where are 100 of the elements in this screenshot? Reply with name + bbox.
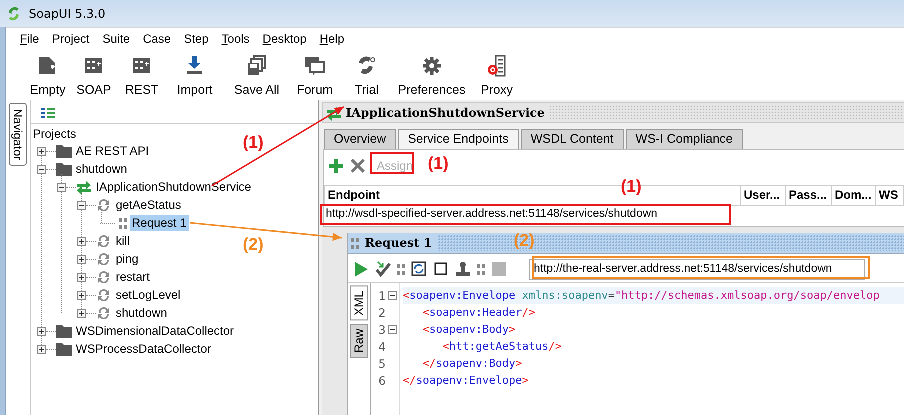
refresh-icon: [96, 197, 112, 213]
code-line: </soapenv:Envelope>: [403, 373, 530, 389]
tree-item[interactable]: IApplicationShutdownService: [94, 179, 254, 195]
expand-icon[interactable]: [37, 326, 46, 336]
arrows-icon: [76, 179, 92, 195]
navigator-tab[interactable]: Navigator: [9, 103, 27, 166]
menu-item[interactable]: Desktop: [256, 32, 314, 46]
logo-icon: [356, 55, 378, 77]
refresh-icon: [96, 233, 112, 249]
play-icon[interactable]: [353, 261, 369, 277]
refresh-icon: [96, 251, 112, 267]
annotation-label: (1): [428, 154, 449, 174]
annotation-label: (2): [514, 231, 535, 251]
menu-item[interactable]: File: [14, 32, 46, 46]
column-header[interactable]: Pass...: [786, 185, 832, 206]
collapse-icon[interactable]: [388, 325, 397, 334]
toolbar-button[interactable]: Empty: [27, 50, 69, 97]
expand-icon[interactable]: [77, 254, 86, 264]
request-icon: [119, 218, 127, 228]
expand-icon[interactable]: [37, 146, 46, 156]
save-icon: [246, 55, 268, 77]
tab[interactable]: Raw: [350, 324, 368, 358]
refresh-icon: [96, 269, 112, 285]
toolbar-button[interactable]: Preferences: [393, 50, 471, 97]
request-icon[interactable]: [397, 264, 405, 274]
expand-icon[interactable]: [77, 308, 86, 318]
code-line: <soapenv:Body>: [422, 322, 517, 338]
code-line: <htt:getAeStatus/>: [442, 339, 563, 355]
collapse-icon[interactable]: [77, 200, 86, 210]
request-icon: [351, 238, 359, 248]
refresh-icon[interactable]: [411, 261, 427, 277]
refresh-icon: [96, 287, 112, 303]
tree-item[interactable]: Request 1: [130, 215, 189, 231]
toolbar-button[interactable]: Proxy: [475, 50, 519, 97]
tab[interactable]: WS-I Compliance: [626, 129, 744, 149]
tree-item[interactable]: restart: [114, 269, 152, 285]
tree-root-label: Projects: [32, 126, 78, 142]
square-icon[interactable]: [433, 261, 449, 277]
menu-item[interactable]: Tools: [216, 32, 257, 46]
tree-item[interactable]: getAeStatus: [114, 197, 184, 213]
folder-icon: [56, 161, 72, 177]
expand-icon[interactable]: [37, 344, 46, 354]
tree-item[interactable]: WSDimensionalDataCollector: [74, 323, 236, 339]
toolbar-button[interactable]: Trial: [346, 50, 388, 97]
tree-item[interactable]: setLogLevel: [114, 287, 183, 303]
add-icon[interactable]: [329, 158, 343, 172]
menu-item[interactable]: Case: [137, 32, 178, 46]
line-number: 5: [378, 356, 386, 370]
settings-icon: [421, 55, 443, 77]
delete-icon[interactable]: [351, 158, 365, 172]
url-field[interactable]: http://the-real-server.address.net:51148/services/shutdown: [529, 258, 865, 280]
expand-icon[interactable]: [77, 236, 86, 246]
tree-item[interactable]: WSProcessDataCollector: [74, 341, 214, 357]
line-number: 2: [378, 306, 386, 320]
app-logo-icon: [6, 6, 22, 22]
annotation-label: (2): [243, 235, 264, 255]
panel-title: IApplicationShutdownService: [346, 106, 545, 120]
column-header[interactable]: Dom...: [832, 185, 876, 206]
tree-item[interactable]: shutdown: [74, 161, 130, 177]
menu-item[interactable]: Project: [46, 32, 97, 46]
stamp-icon[interactable]: [455, 261, 471, 277]
collapse-icon[interactable]: [37, 164, 46, 174]
line-number: 4: [378, 340, 386, 354]
menu-item[interactable]: Step: [178, 32, 216, 46]
expand-icon[interactable]: [77, 272, 86, 282]
tab[interactable]: Overview: [324, 129, 396, 149]
column-header[interactable]: User...: [741, 185, 786, 206]
window-title: SoapUI 5.3.0: [29, 6, 106, 20]
toolbar-button[interactable]: Save All: [228, 50, 286, 97]
tree-item[interactable]: shutdown: [114, 305, 170, 321]
toolbar-button[interactable]: Forum: [290, 50, 340, 97]
line-number: 3: [378, 322, 386, 336]
tab[interactable]: XML: [350, 286, 368, 321]
tree-item[interactable]: kill: [114, 233, 132, 249]
line-number: 1: [378, 288, 386, 302]
refresh-icon: [96, 305, 112, 321]
code-line: </soapenv:Body>: [422, 356, 524, 372]
folder-icon: [56, 341, 72, 357]
collapse-icon[interactable]: [57, 182, 66, 192]
toolbar-button[interactable]: SOAP: [71, 50, 117, 97]
server-icon: [486, 55, 508, 77]
folder-icon: [56, 143, 72, 159]
window-title: Request 1: [365, 236, 432, 250]
tab[interactable]: WSDL Content: [520, 129, 624, 149]
collapse-icon[interactable]: [388, 291, 397, 300]
chat-icon: [304, 55, 326, 77]
line-number: 6: [378, 374, 386, 388]
tree-item[interactable]: ping: [114, 251, 141, 267]
tree-view-icon[interactable]: [41, 108, 55, 118]
request-icon[interactable]: [477, 264, 485, 274]
toolbar-button[interactable]: REST: [119, 50, 165, 97]
expand-icon[interactable]: [77, 290, 86, 300]
column-header[interactable]: WS: [876, 185, 904, 206]
menu-item[interactable]: Suite: [96, 32, 138, 46]
tab[interactable]: Service Endpoints: [398, 129, 519, 149]
toolbar-button[interactable]: Import: [169, 50, 221, 97]
folder-icon: [56, 323, 72, 339]
check-icon[interactable]: [375, 261, 391, 277]
tree-item[interactable]: AE REST API: [74, 143, 152, 159]
menu-item[interactable]: Help: [314, 32, 352, 46]
